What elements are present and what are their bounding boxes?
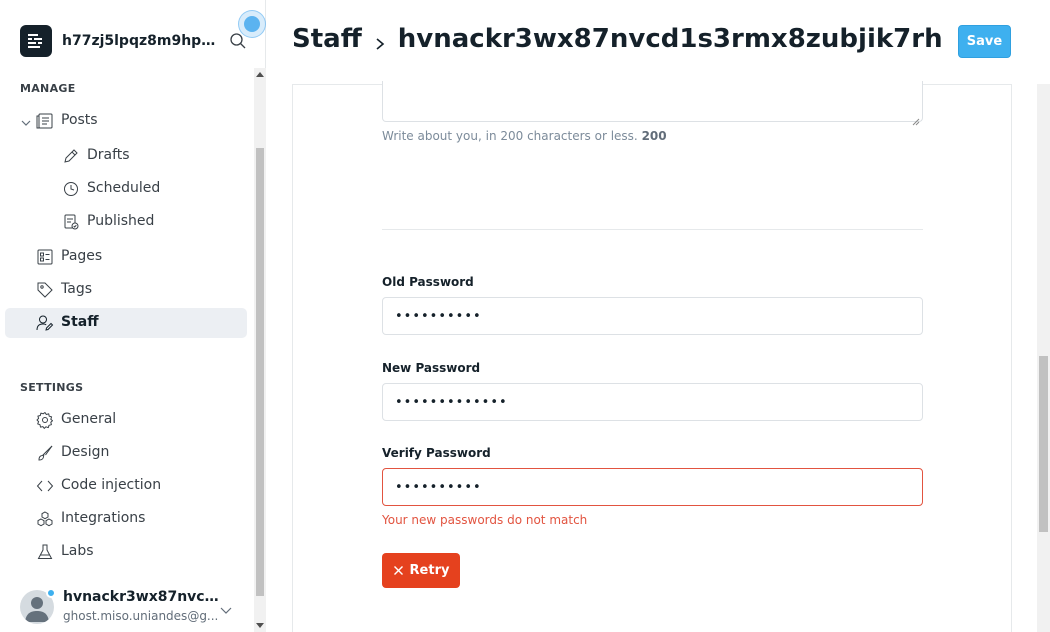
integrations-icon <box>36 510 54 528</box>
posts-icon <box>36 112 54 130</box>
retry-label: Retry <box>409 563 450 578</box>
notification-pulse-icon[interactable] <box>238 10 266 38</box>
sidebar-item-integrations[interactable]: Integrations <box>5 504 247 534</box>
sidebar-item-staff[interactable]: Staff <box>5 308 247 338</box>
user-name: hvnackr3wx87nvcd1s... <box>63 589 225 605</box>
sidebar-item-label: Posts <box>61 112 98 128</box>
site-brand[interactable]: h77zj5lpqz8m9hpy... <box>20 25 217 57</box>
sidebar-item-posts[interactable]: Posts <box>5 106 247 136</box>
bio-hint: Write about you, in 200 characters or le… <box>382 129 667 143</box>
chevron-right-icon <box>374 30 386 50</box>
divider <box>382 229 923 230</box>
sidebar-item-published[interactable]: Published <box>5 207 247 237</box>
published-icon <box>62 213 80 231</box>
sidebar-item-label: Published <box>87 213 155 229</box>
retry-button[interactable]: Retry <box>382 553 460 588</box>
sidebar-item-label: Scheduled <box>87 180 161 196</box>
site-name: h77zj5lpqz8m9hpy... <box>62 33 217 49</box>
new-password-field[interactable]: ••••••••••••• <box>382 383 923 421</box>
user-email: ghost.miso.uniandes@g... <box>63 609 219 623</box>
old-password-field[interactable]: •••••••••• <box>382 297 923 335</box>
gear-icon <box>36 411 54 429</box>
page-header: Staff hvnackr3wx87nvcd1s3rmx8zubjik7rh S… <box>266 0 1050 84</box>
main-scrollbar[interactable] <box>1037 84 1050 632</box>
sidebar-item-drafts[interactable]: Drafts <box>5 141 247 171</box>
sidebar-item-general[interactable]: General <box>5 405 247 435</box>
scroll-up-arrow-icon[interactable] <box>256 72 264 77</box>
sidebar-item-design[interactable]: Design <box>5 438 247 468</box>
breadcrumb: Staff hvnackr3wx87nvcd1s3rmx8zubjik7rh <box>292 24 943 54</box>
user-menu[interactable]: hvnackr3wx87nvcd1s... ghost.miso.uniande… <box>20 588 250 628</box>
staff-form: Write about you, in 200 characters or le… <box>292 81 1012 632</box>
chevron-down-icon[interactable] <box>219 600 233 614</box>
new-password-label: New Password <box>382 361 481 375</box>
verify-password-label: Verify Password <box>382 446 491 460</box>
sidebar-scrollbar[interactable] <box>254 68 266 632</box>
pencil-icon <box>62 147 80 165</box>
verify-password-field[interactable]: •••••••••• <box>382 468 923 506</box>
resize-handle-icon[interactable] <box>912 111 920 126</box>
staff-icon <box>36 314 54 332</box>
chevron-down-icon[interactable] <box>20 116 32 126</box>
sidebar-item-label: Staff <box>61 314 99 330</box>
bio-textarea[interactable] <box>382 81 923 126</box>
site-logo-icon <box>20 25 52 57</box>
bio-char-count: 200 <box>641 129 667 143</box>
scroll-down-arrow-icon[interactable] <box>256 623 264 628</box>
sidebar-item-label: Integrations <box>61 510 146 526</box>
sidebar-item-label: General <box>61 411 117 427</box>
breadcrumb-root-link[interactable]: Staff <box>292 24 362 54</box>
password-error-message: Your new passwords do not match <box>382 513 588 527</box>
clock-icon <box>62 180 80 198</box>
bio-hint-text: Write about you, in 200 characters or le… <box>382 129 638 143</box>
close-icon <box>393 566 403 575</box>
sidebar-item-label: Labs <box>61 543 94 559</box>
old-password-label: Old Password <box>382 275 474 289</box>
sidebar-item-label: Tags <box>61 281 92 297</box>
status-dot-icon <box>46 588 56 598</box>
sidebar-item-label: Drafts <box>87 147 130 163</box>
sidebar-item-label: Design <box>61 444 110 460</box>
sidebar-item-scheduled[interactable]: Scheduled <box>5 174 247 204</box>
tag-icon <box>36 281 54 299</box>
save-button[interactable]: Save <box>958 25 1011 58</box>
code-icon <box>36 477 54 495</box>
sidebar-item-labs[interactable]: Labs <box>5 537 247 567</box>
sidebar-item-pages[interactable]: Pages <box>5 242 247 272</box>
sidebar-item-tags[interactable]: Tags <box>5 275 247 305</box>
sidebar-item-code-injection[interactable]: Code injection <box>5 471 247 501</box>
sidebar: h77zj5lpqz8m9hpy... MANAGE Posts Drafts … <box>0 0 266 632</box>
pages-icon <box>36 248 54 266</box>
settings-section-label: SETTINGS <box>20 381 84 394</box>
page-title: hvnackr3wx87nvcd1s3rmx8zubjik7rh <box>397 24 943 54</box>
main-scrollbar-thumb[interactable] <box>1039 356 1048 532</box>
flask-icon <box>36 543 54 561</box>
manage-section-label: MANAGE <box>20 82 76 95</box>
sidebar-item-label: Code injection <box>61 477 162 493</box>
sidebar-item-label: Pages <box>61 248 103 264</box>
brush-icon <box>36 444 54 462</box>
sidebar-scrollbar-thumb[interactable] <box>256 148 264 596</box>
